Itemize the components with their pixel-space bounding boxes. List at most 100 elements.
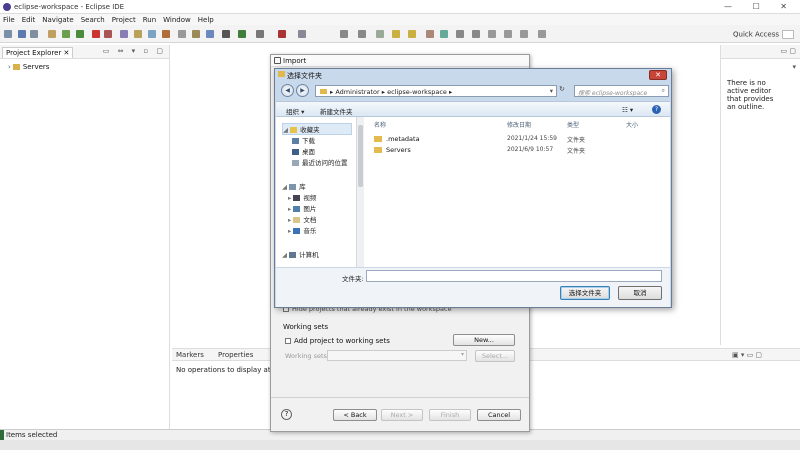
cancel-button[interactable]: Cancel: [477, 409, 521, 421]
add-to-working-sets-checkbox[interactable]: [285, 338, 291, 344]
search-icon[interactable]: ⌕: [662, 87, 665, 95]
add-to-working-sets-option[interactable]: Add project to working sets: [285, 337, 390, 345]
organize-button[interactable]: 组织 ▾: [286, 106, 304, 116]
toolbar-tool-icon[interactable]: [472, 30, 480, 38]
working-sets-combo[interactable]: ▾: [327, 350, 467, 361]
refresh-icon[interactable]: ↻: [559, 85, 569, 97]
toolbar-tool-icon[interactable]: [206, 30, 214, 38]
breadcrumb-sep[interactable]: ▸: [449, 88, 452, 96]
collapse-arrow-icon[interactable]: ◢: [282, 251, 287, 259]
list-item[interactable]: Servers 2021/6/9 10:57 文件夹: [374, 145, 664, 155]
forward-arrow-icon[interactable]: ▶: [296, 84, 309, 97]
select-working-set-button[interactable]: Select...: [475, 350, 515, 362]
nav-computer[interactable]: ◢ 计算机: [282, 249, 319, 259]
stop-icon[interactable]: [92, 30, 100, 38]
build-icon[interactable]: [48, 30, 56, 38]
save-all-icon[interactable]: [30, 30, 38, 38]
nav-downloads[interactable]: 下载: [292, 135, 315, 145]
window-controls[interactable]: — ☐ ✕: [724, 2, 796, 11]
run-as-icon[interactable]: [238, 30, 246, 38]
breadcrumb-sep[interactable]: ▸: [382, 88, 385, 96]
nav-pictures[interactable]: ▸ 图片: [288, 203, 316, 213]
debug-icon[interactable]: [62, 30, 70, 38]
folder-input[interactable]: [366, 270, 662, 282]
tab-properties[interactable]: Properties: [218, 351, 253, 359]
scrollbar-thumb[interactable]: [358, 125, 363, 187]
expand-arrow-icon[interactable]: ▸: [288, 205, 291, 213]
run-icon[interactable]: [76, 30, 84, 38]
menu-project[interactable]: Project: [109, 14, 140, 24]
finish-button[interactable]: Finish: [429, 409, 471, 421]
toolbar-tool-icon[interactable]: [440, 30, 448, 38]
collapse-arrow-icon[interactable]: ◢: [282, 183, 287, 191]
external-tools-icon[interactable]: [278, 30, 286, 38]
toolbar-tool-icon[interactable]: [358, 30, 366, 38]
menu-window[interactable]: Window: [160, 14, 195, 24]
expand-arrow-icon[interactable]: ▸: [288, 216, 291, 224]
column-size[interactable]: 大小: [626, 120, 638, 129]
toolbar-tool-icon[interactable]: [178, 30, 186, 38]
column-name[interactable]: 名称: [374, 120, 386, 129]
address-bar[interactable]: ▸ Administrator ▸ eclipse-workspace ▸ ▾: [315, 85, 557, 97]
nav-videos[interactable]: ▸ 视频: [288, 192, 316, 202]
toolbar-tool-icon[interactable]: [376, 30, 384, 38]
select-folder-button[interactable]: 选择文件夹: [560, 286, 610, 300]
toolbar-tool-icon[interactable]: [340, 30, 348, 38]
toolbar-tool-icon[interactable]: [426, 30, 434, 38]
breadcrumb-workspace[interactable]: eclipse-workspace: [387, 88, 447, 96]
nav-scrollbar[interactable]: [356, 117, 364, 267]
address-dropdown-icon[interactable]: ▾: [550, 87, 553, 95]
search-input[interactable]: 搜索 eclipse-workspace ⌕: [574, 85, 669, 97]
package-icon[interactable]: [134, 30, 142, 38]
folder-cancel-button[interactable]: 取消: [618, 286, 662, 300]
toolbar-tool-icon[interactable]: [538, 30, 546, 38]
debug-run-icon[interactable]: [222, 30, 230, 38]
save-icon[interactable]: [18, 30, 26, 38]
close-button[interactable]: ✕: [649, 70, 667, 80]
tree-item-servers[interactable]: › Servers: [8, 63, 169, 71]
back-arrow-icon[interactable]: ◀: [281, 84, 294, 97]
nav-recent[interactable]: 最近访问的位置: [292, 157, 348, 167]
back-button[interactable]: < Back: [333, 409, 377, 421]
toolbar-tool-icon[interactable]: [520, 30, 528, 38]
project-explorer-tab[interactable]: Project Explorer ✕: [2, 47, 74, 58]
nav-favorites[interactable]: ◢ 收藏夹: [282, 123, 352, 135]
toolbar-tool-icon[interactable]: [456, 30, 464, 38]
view-options-icon[interactable]: ☷ ▾: [622, 106, 633, 114]
menu-run[interactable]: Run: [140, 14, 160, 24]
toolbar-tool-icon[interactable]: [392, 30, 400, 38]
nav-desktop[interactable]: 桌面: [292, 146, 315, 156]
view-tools[interactable]: ▭ ⇔ ▾ ▫ ▢: [103, 47, 166, 55]
expand-arrow-icon[interactable]: ›: [8, 63, 11, 71]
breadcrumb-administrator[interactable]: Administrator: [335, 88, 379, 96]
next-button[interactable]: Next >: [381, 409, 423, 421]
new-working-set-button[interactable]: New...: [453, 334, 515, 346]
collapse-arrow-icon[interactable]: ◢: [283, 126, 288, 134]
menu-file[interactable]: File: [0, 14, 19, 24]
search-icon[interactable]: [256, 30, 264, 38]
help-icon[interactable]: ?: [281, 409, 292, 420]
menu-edit[interactable]: Edit: [19, 14, 40, 24]
server-icon[interactable]: [120, 30, 128, 38]
perspective-icon[interactable]: [782, 30, 794, 39]
help-icon[interactable]: ?: [652, 105, 661, 114]
menu-search[interactable]: Search: [78, 14, 109, 24]
column-type[interactable]: 类型: [567, 120, 579, 129]
nav-music[interactable]: ▸ 音乐: [288, 225, 316, 235]
web-icon[interactable]: [162, 30, 170, 38]
column-date[interactable]: 修改日期: [507, 120, 531, 129]
new-icon[interactable]: [4, 30, 12, 38]
expand-arrow-icon[interactable]: ▸: [288, 194, 291, 202]
toolbar-tool-icon[interactable]: [298, 30, 306, 38]
menu-navigate[interactable]: Navigate: [39, 14, 77, 24]
toolbar-tool-icon[interactable]: [192, 30, 200, 38]
toolbar-tool-icon[interactable]: [504, 30, 512, 38]
list-item[interactable]: .metadata 2021/1/24 15:59 文件夹: [374, 134, 664, 144]
expand-arrow-icon[interactable]: ▸: [288, 227, 291, 235]
class-icon[interactable]: [148, 30, 156, 38]
tab-markers[interactable]: Markers: [176, 351, 204, 359]
outline-view-tools[interactable]: ▭ ▢: [781, 47, 796, 55]
toolbar-tool-icon[interactable]: [408, 30, 416, 38]
new-folder-button[interactable]: 新建文件夹: [320, 106, 353, 116]
quick-access[interactable]: Quick Access: [733, 30, 794, 39]
